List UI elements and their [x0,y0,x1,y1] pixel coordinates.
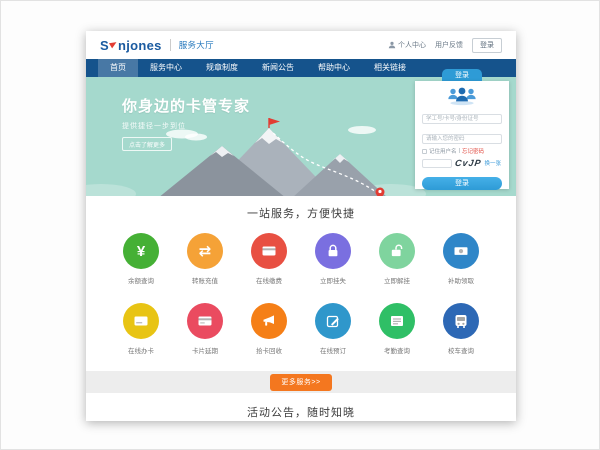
login-panel: 登录 记住用户名 | 忘记密码 [415,69,509,189]
feedback-link[interactable]: 用户反馈 [435,40,463,50]
logo-arrow-icon [109,40,118,49]
captcha-input[interactable] [422,159,452,168]
megaphone-icon[interactable] [251,303,287,339]
list-icon[interactable] [379,303,415,339]
nav-item-links[interactable]: 相关链接 [362,59,418,77]
personal-center-link[interactable]: 个人中心 [388,40,426,50]
service-attendance[interactable]: 考勤查询 [365,303,429,355]
services-section: 一站服务，方便快捷 ¥ 余额查询 ⇄ 转账充值 在线缴费 [86,196,516,393]
site-subtitle: 服务大厅 [170,39,214,51]
header-login-button[interactable]: 登录 [472,38,502,53]
service-school-bus[interactable]: 校车查询 [429,303,493,355]
service-unfreeze[interactable]: 立即解挂 [365,233,429,285]
edit-pencil-icon[interactable] [315,303,351,339]
nav-item-news[interactable]: 新闻公告 [250,59,306,77]
person-icon [388,41,396,49]
remember-checkbox[interactable] [422,149,427,154]
service-transfer[interactable]: ⇄ 转账充值 [173,233,237,285]
yuan-icon[interactable]: ¥ [123,233,159,269]
header-links: 个人中心 用户反馈 登录 [388,38,502,53]
services-row-2: 在线办卡 卡片延期 拾卡回收 [86,303,516,355]
nav-item-home[interactable]: 首页 [98,59,138,77]
password-input[interactable] [422,134,502,144]
service-report-loss[interactable]: 立即挂失 [301,233,365,285]
bank-card-icon[interactable] [251,233,287,269]
service-online-payment[interactable]: 在线缴费 [237,233,301,285]
login-submit-button[interactable]: 登录 [422,177,502,190]
announcements-section: 活动公告，随时知晓 使用指南 最新公告 更多>> 使用指南 更多>> [86,393,516,421]
service-subsidy[interactable]: 补助领取 [429,233,493,285]
lock-icon[interactable] [315,233,351,269]
card-extend-icon[interactable] [187,303,223,339]
services-row-1: ¥ 余额查询 ⇄ 转账充值 在线缴费 立即挂失 [86,233,516,285]
more-services-button[interactable]: 更多服务>> [270,374,331,391]
change-captcha-link[interactable]: 换一张 [485,159,502,167]
nav-item-help-center[interactable]: 帮助中心 [306,59,362,77]
login-divider: | [459,148,460,154]
announcements-title: 活动公告，随时知晓 [86,404,516,420]
screenshot-canvas: S njones 服务大厅 个人中心 用户反馈 登录 首页 [0,0,600,450]
forgot-password-link[interactable]: 忘记密码 [462,147,484,155]
transfer-arrows-icon[interactable]: ⇄ [187,233,223,269]
service-online-booking[interactable]: 在线预订 [301,303,365,355]
logo-text-right: njones [118,38,162,53]
site-header: S njones 服务大厅 个人中心 用户反馈 登录 [86,31,516,59]
bus-icon[interactable] [443,303,479,339]
hero-cta-button[interactable]: 点击了解更多 [122,137,172,151]
service-hall-page: S njones 服务大厅 个人中心 用户反馈 登录 首页 [86,31,516,421]
nav-item-rules[interactable]: 规章制度 [194,59,250,77]
services-title: 一站服务，方便快捷 [86,205,516,221]
unlock-icon[interactable] [379,233,415,269]
hero-title: 你身边的卡管专家 [122,95,250,116]
hero-text: 你身边的卡管专家 提供捷径一步到位 点击了解更多 [122,95,250,152]
service-apply-card[interactable]: 在线办卡 [109,303,173,355]
service-found-card[interactable]: 拾卡回收 [237,303,301,355]
users-group-icon [422,85,502,107]
logo-text-left: S [100,38,109,53]
login-form: 记住用户名 | 忘记密码 CvJP 换一张 登录 [415,81,509,189]
banknote-icon[interactable] [443,233,479,269]
remember-label: 记住用户名 [429,147,457,155]
hero-subtitle: 提供捷径一步到位 [122,121,250,131]
username-input[interactable] [422,114,502,124]
feedback-label: 用户反馈 [435,40,463,50]
more-services-strip: 更多服务>> [86,371,516,393]
service-balance[interactable]: ¥ 余额查询 [109,233,173,285]
nav-item-service-center[interactable]: 服务中心 [138,59,194,77]
personal-center-label: 个人中心 [398,40,426,50]
card-apply-icon[interactable] [123,303,159,339]
service-card-extension[interactable]: 卡片延期 [173,303,237,355]
synjones-logo[interactable]: S njones 服务大厅 [100,38,214,53]
banner-decoration [86,184,136,196]
captcha-image[interactable]: CvJP [454,158,482,168]
